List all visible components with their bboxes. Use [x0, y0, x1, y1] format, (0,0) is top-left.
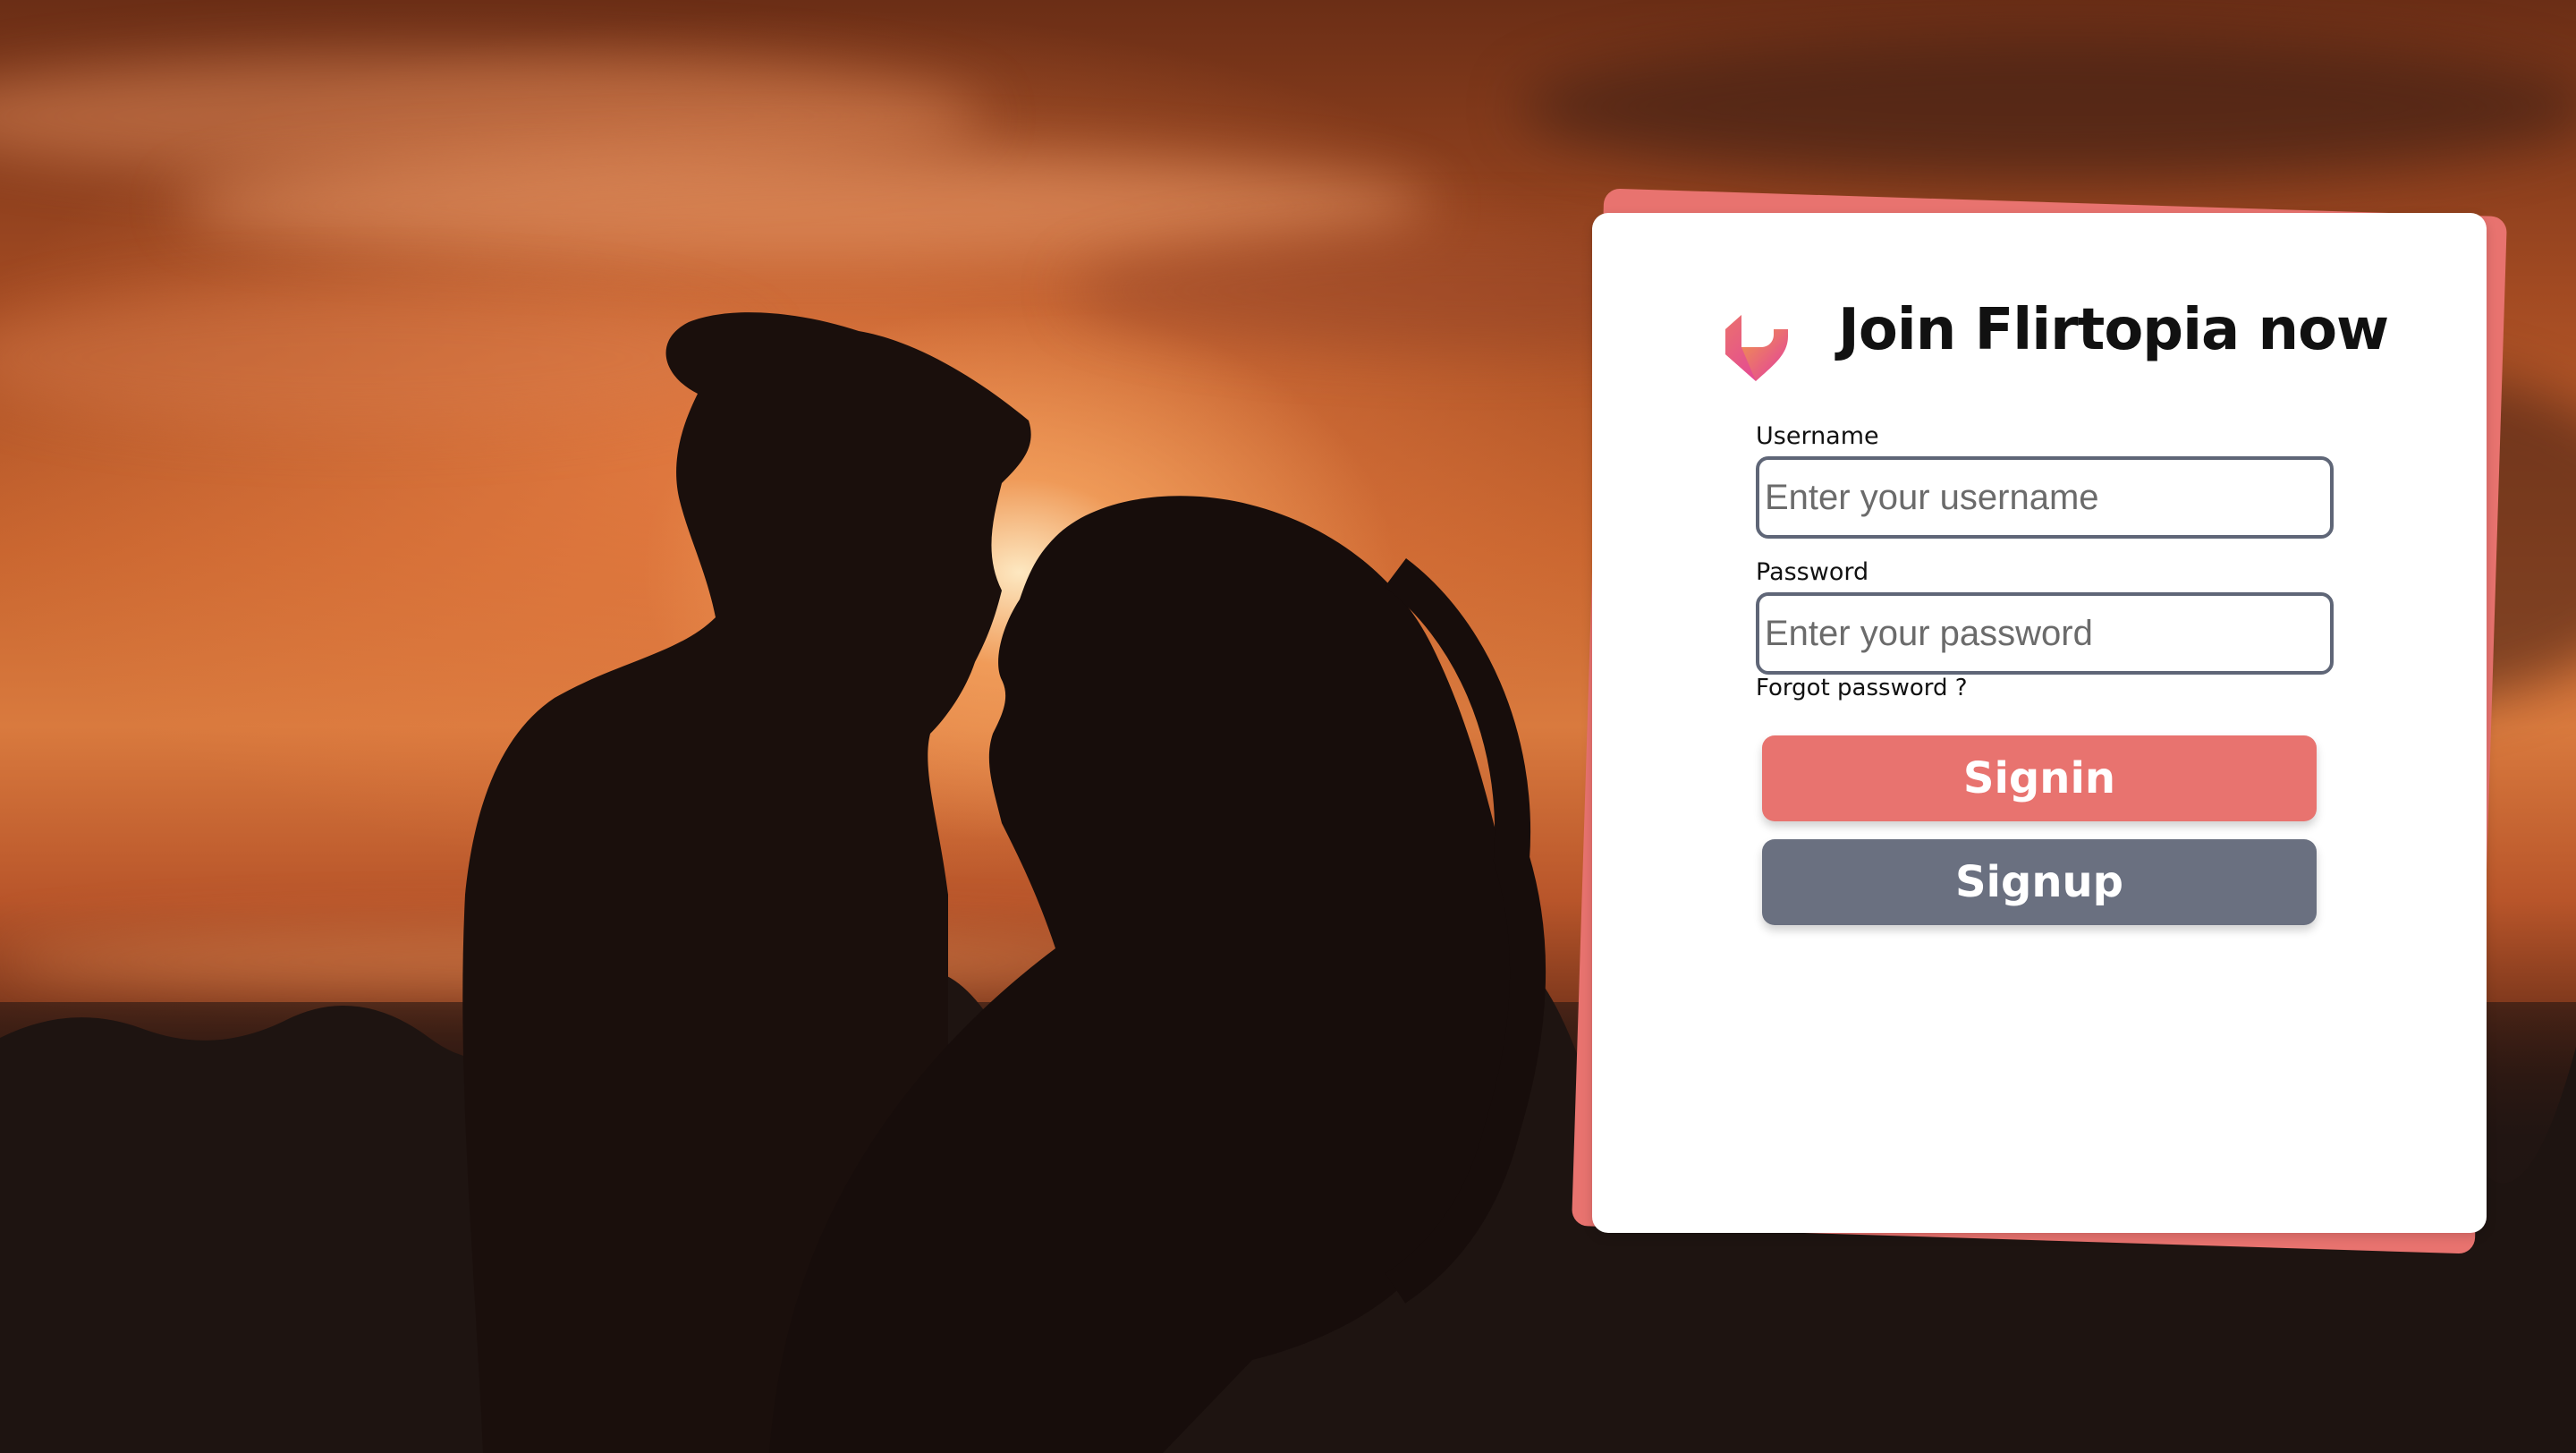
- signup-button[interactable]: Signup: [1762, 839, 2317, 925]
- login-card: Join Flirtopia now Username Password For…: [1592, 213, 2487, 1233]
- page-title: Join Flirtopia now: [1838, 297, 2389, 363]
- password-input[interactable]: [1756, 592, 2334, 675]
- forgot-password-link[interactable]: Forgot password ?: [1756, 675, 1968, 701]
- card-header: Join Flirtopia now: [1592, 276, 2487, 381]
- username-input[interactable]: [1756, 456, 2334, 539]
- username-label: Username: [1756, 422, 1879, 450]
- password-label: Password: [1756, 558, 1869, 586]
- heart-logo-icon: [1725, 315, 1788, 381]
- signin-button[interactable]: Signin: [1762, 735, 2317, 821]
